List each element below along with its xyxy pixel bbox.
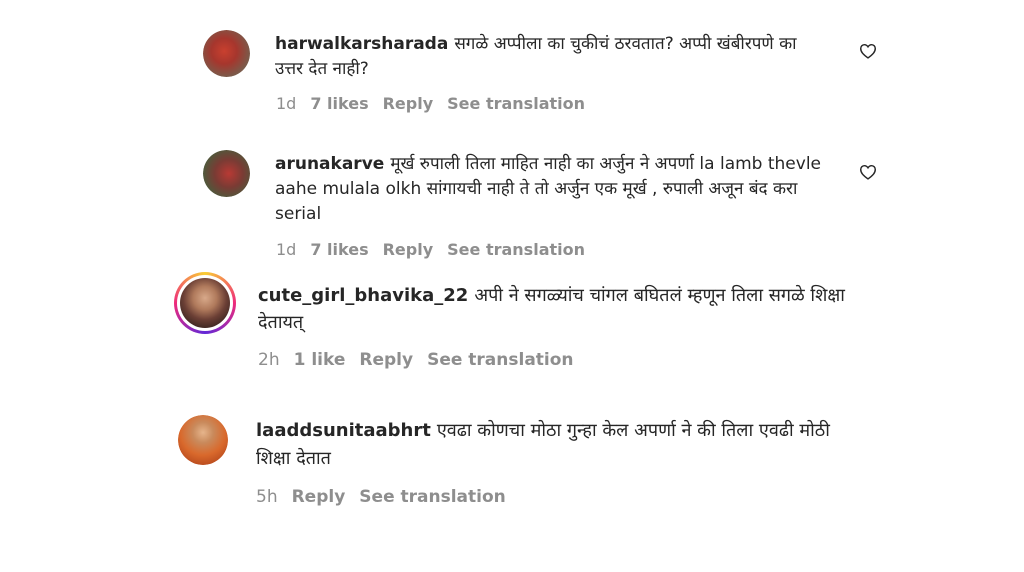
comment-meta: 1d 7 likes Reply See translation [276,240,599,259]
comment-username[interactable]: arunakarve [275,154,384,174]
avatar[interactable] [178,415,228,465]
reply-button[interactable]: Reply [383,94,434,113]
comment-item: harwalkarsharada सगळे अप्पीला का चुकीचं ठ… [0,0,1024,120]
comment-meta: 5h Reply See translation [256,487,520,507]
comment-time[interactable]: 2h [258,350,280,370]
comment-item: cute_girl_bhavika_22 अपी ने सगळ्यांच चांग… [0,268,1024,378]
comment-username[interactable]: laaddsunitaabhrt [256,420,431,441]
reply-button[interactable]: Reply [292,487,346,507]
avatar [180,278,230,328]
comment-meta: 2h 1 like Reply See translation [258,350,588,370]
comment-body: arunakarve मूर्ख रुपाली तिला माहित नाही क… [275,152,830,227]
comment-body: laaddsunitaabhrt एवढा कोणचा मोठा गुन्हा क… [256,417,856,473]
comment-time[interactable]: 5h [256,487,278,507]
see-translation-button[interactable]: See translation [447,240,585,259]
reply-button[interactable]: Reply [383,240,434,259]
comment-likes[interactable]: 7 likes [310,240,368,259]
avatar[interactable] [203,30,250,77]
comment-body: harwalkarsharada सगळे अप्पीला का चुकीचं ठ… [275,32,805,82]
reply-button[interactable]: Reply [359,350,413,370]
comment-meta: 1d 7 likes Reply See translation [276,94,599,113]
comment-likes[interactable]: 7 likes [310,94,368,113]
comment-item: arunakarve मूर्ख रुपाली तिला माहित नाही क… [0,140,1024,265]
comment-username[interactable]: cute_girl_bhavika_22 [258,285,468,306]
avatar-story-ring[interactable] [174,272,236,334]
see-translation-button[interactable]: See translation [447,94,585,113]
heart-outline-icon[interactable] [859,43,877,59]
see-translation-button[interactable]: See translation [427,350,573,370]
see-translation-button[interactable]: See translation [359,487,505,507]
comment-likes[interactable]: 1 like [294,350,346,370]
comment-item: laaddsunitaabhrt एवढा कोणचा मोठा गुन्हा क… [0,405,1024,515]
heart-outline-icon[interactable] [859,164,877,180]
comment-body: cute_girl_bhavika_22 अपी ने सगळ्यांच चांग… [258,282,858,336]
avatar[interactable] [203,150,250,197]
comment-time[interactable]: 1d [276,94,296,113]
comment-time[interactable]: 1d [276,240,296,259]
comment-username[interactable]: harwalkarsharada [275,34,448,54]
